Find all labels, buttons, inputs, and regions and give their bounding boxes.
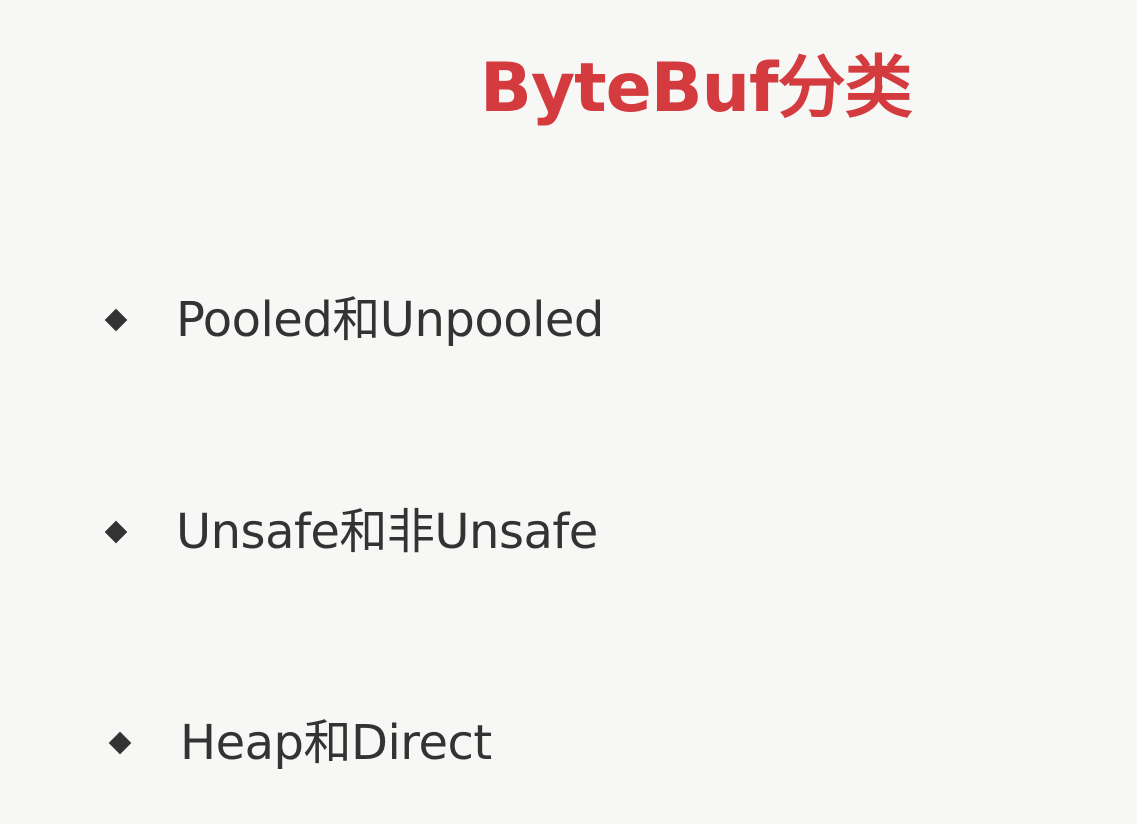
bullet-text: Heap和Direct bbox=[180, 715, 492, 771]
bullet-item: Pooled和Unpooled bbox=[104, 285, 604, 355]
diamond-bullet-icon bbox=[104, 308, 128, 332]
bullet-text: Unsafe和非Unsafe bbox=[176, 504, 598, 560]
diamond-bullet-icon bbox=[104, 520, 128, 544]
diamond-bullet-icon bbox=[108, 731, 132, 755]
bullet-text: Pooled和Unpooled bbox=[176, 292, 604, 348]
bullet-item: Heap和Direct bbox=[108, 708, 492, 778]
bullet-item: Unsafe和非Unsafe bbox=[104, 497, 598, 567]
slide: ByteBuf分类 Pooled和Unpooled Unsafe和非Unsafe… bbox=[0, 0, 1137, 824]
slide-title: ByteBuf分类 bbox=[480, 49, 913, 128]
